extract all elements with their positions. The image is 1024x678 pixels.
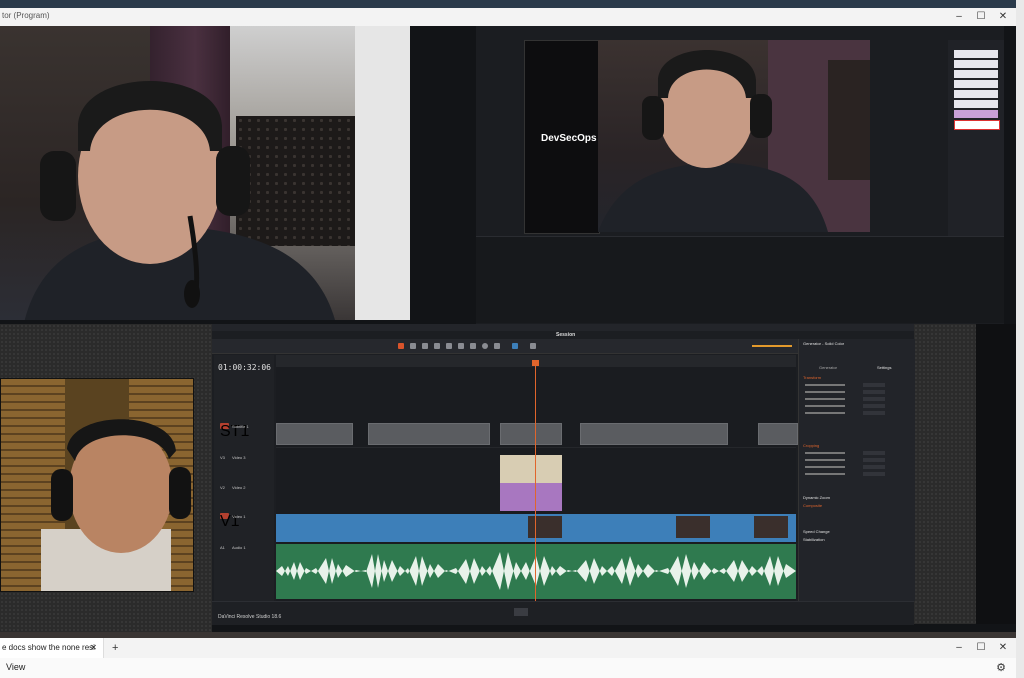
marker-icon[interactable] — [530, 343, 536, 349]
window-title: tor (Program) — [2, 11, 50, 20]
section-composite[interactable]: Composite — [803, 503, 822, 508]
snapping-icon[interactable] — [482, 343, 488, 349]
project-title: Session — [556, 332, 576, 338]
blade-tool-icon[interactable] — [434, 343, 440, 349]
subtitle-clip[interactable] — [276, 423, 353, 445]
preview-caption: DevSecOps — [541, 133, 597, 144]
section-stabilization[interactable]: Stabilization — [803, 537, 825, 542]
audio1-clip[interactable] — [276, 544, 796, 599]
track-badge: V3 — [220, 455, 225, 460]
minimize-button[interactable]: – — [952, 10, 966, 24]
track-badge: V2 — [220, 485, 225, 490]
insert-clip-icon[interactable] — [446, 343, 452, 349]
maximize-button[interactable]: ☐ — [974, 10, 988, 24]
webcam-guest — [0, 378, 194, 592]
subtitle-clip[interactable] — [580, 423, 728, 445]
timeline-viewer — [598, 40, 870, 232]
track-badge: A1 — [220, 545, 225, 550]
clip-thumbnail — [528, 516, 562, 538]
video2-clip[interactable] — [500, 483, 562, 511]
source-viewer: DevSecOps — [524, 40, 600, 234]
subtitle-lane — [276, 417, 798, 448]
subtitle-clip[interactable] — [368, 423, 490, 445]
presenter-figure — [24, 81, 335, 320]
track-name: Video 2 — [232, 485, 246, 490]
video1-clip[interactable] — [276, 514, 796, 542]
resolve-titlerow: Session — [212, 331, 914, 339]
replace-clip-icon[interactable] — [470, 343, 476, 349]
section-speed-change[interactable]: Speed Change — [803, 529, 830, 534]
overwrite-clip-icon[interactable] — [458, 343, 464, 349]
browser-menubar: View ⚙ — [0, 658, 1016, 678]
vertical-scrollbar[interactable] — [1016, 0, 1024, 678]
playhead-line[interactable] — [535, 361, 536, 607]
track-name: Video 1 — [232, 514, 246, 519]
resolve-brand: DaVinci Resolve Studio 18.6 — [218, 614, 282, 620]
tab-settings[interactable]: Settings — [877, 365, 891, 370]
track-name: Subtitle 1 — [232, 424, 249, 429]
tab-generator[interactable]: Generator — [819, 365, 837, 370]
linked-selection-icon[interactable] — [494, 343, 500, 349]
background-texture-right — [914, 324, 976, 624]
page-navigation-bar — [212, 601, 914, 625]
edit-index-panel — [476, 236, 1004, 323]
video3-clip[interactable] — [500, 455, 562, 483]
inspector-panel: Generator - Solid Color Generator Settin… — [798, 339, 915, 601]
timeline-tracks[interactable] — [276, 367, 798, 601]
projector-window-titlebar: tor (Program) – ☐ ✕ — [0, 8, 1016, 27]
resolve-menubar: DaVinci Resolve File Edit Trim Timeline … — [212, 324, 914, 338]
tab-title: e docs show the none resi — [2, 643, 95, 652]
subtitle-clip[interactable] — [758, 423, 798, 445]
timeline-timecode: 01:00:32:06 — [218, 363, 271, 372]
subtitle-clip[interactable] — [500, 423, 562, 445]
flag-icon[interactable] — [512, 343, 518, 349]
view-menu[interactable]: View — [6, 662, 25, 672]
track-headers: ST1 Subtitle 1 V3 Video 3 V2 Video 2 V1 … — [214, 355, 274, 601]
playhead-handle[interactable] — [532, 360, 539, 366]
selection-tool-icon[interactable] — [398, 343, 404, 349]
desktop-wallpaper-strip — [0, 0, 1024, 8]
section-transform[interactable]: Transform — [803, 375, 821, 380]
clip-thumbnail — [676, 516, 710, 538]
clip-thumbnail — [754, 516, 788, 538]
browser-minimize-button[interactable]: – — [952, 641, 966, 655]
track-badge: ST1 — [220, 423, 250, 440]
track-name: Audio 1 — [232, 545, 246, 550]
trim-tool-icon[interactable] — [410, 343, 416, 349]
browser-close-button[interactable]: ✕ — [996, 641, 1010, 655]
zoom-slider[interactable] — [752, 345, 792, 347]
dark-strip — [976, 324, 1016, 624]
inspector-title: Generator - Solid Color — [803, 341, 845, 346]
close-button[interactable]: ✕ — [996, 10, 1010, 24]
close-tab-icon[interactable]: ✕ — [90, 638, 97, 658]
dynamic-trim-icon[interactable] — [422, 343, 428, 349]
settings-gear-icon[interactable]: ⚙ — [996, 661, 1006, 674]
new-tab-button[interactable]: + — [112, 638, 118, 658]
timeline-toolbar — [212, 339, 798, 354]
audio-waveform — [276, 552, 796, 590]
section-cropping[interactable]: Cropping — [803, 443, 819, 448]
browser-tabstrip: e docs show the none resi ✕ + – ☐ ✕ — [0, 638, 1016, 659]
track-name: Video 3 — [232, 455, 246, 460]
browser-maximize-button[interactable]: ☐ — [974, 641, 988, 655]
section-dynamic-zoom[interactable]: Dynamic Zoom — [803, 495, 830, 500]
edit-page-button[interactable] — [514, 608, 528, 616]
webcam-main — [0, 26, 410, 320]
track-badge: V1 — [220, 513, 240, 530]
browser-tab[interactable]: e docs show the none resi ✕ — [0, 638, 104, 658]
